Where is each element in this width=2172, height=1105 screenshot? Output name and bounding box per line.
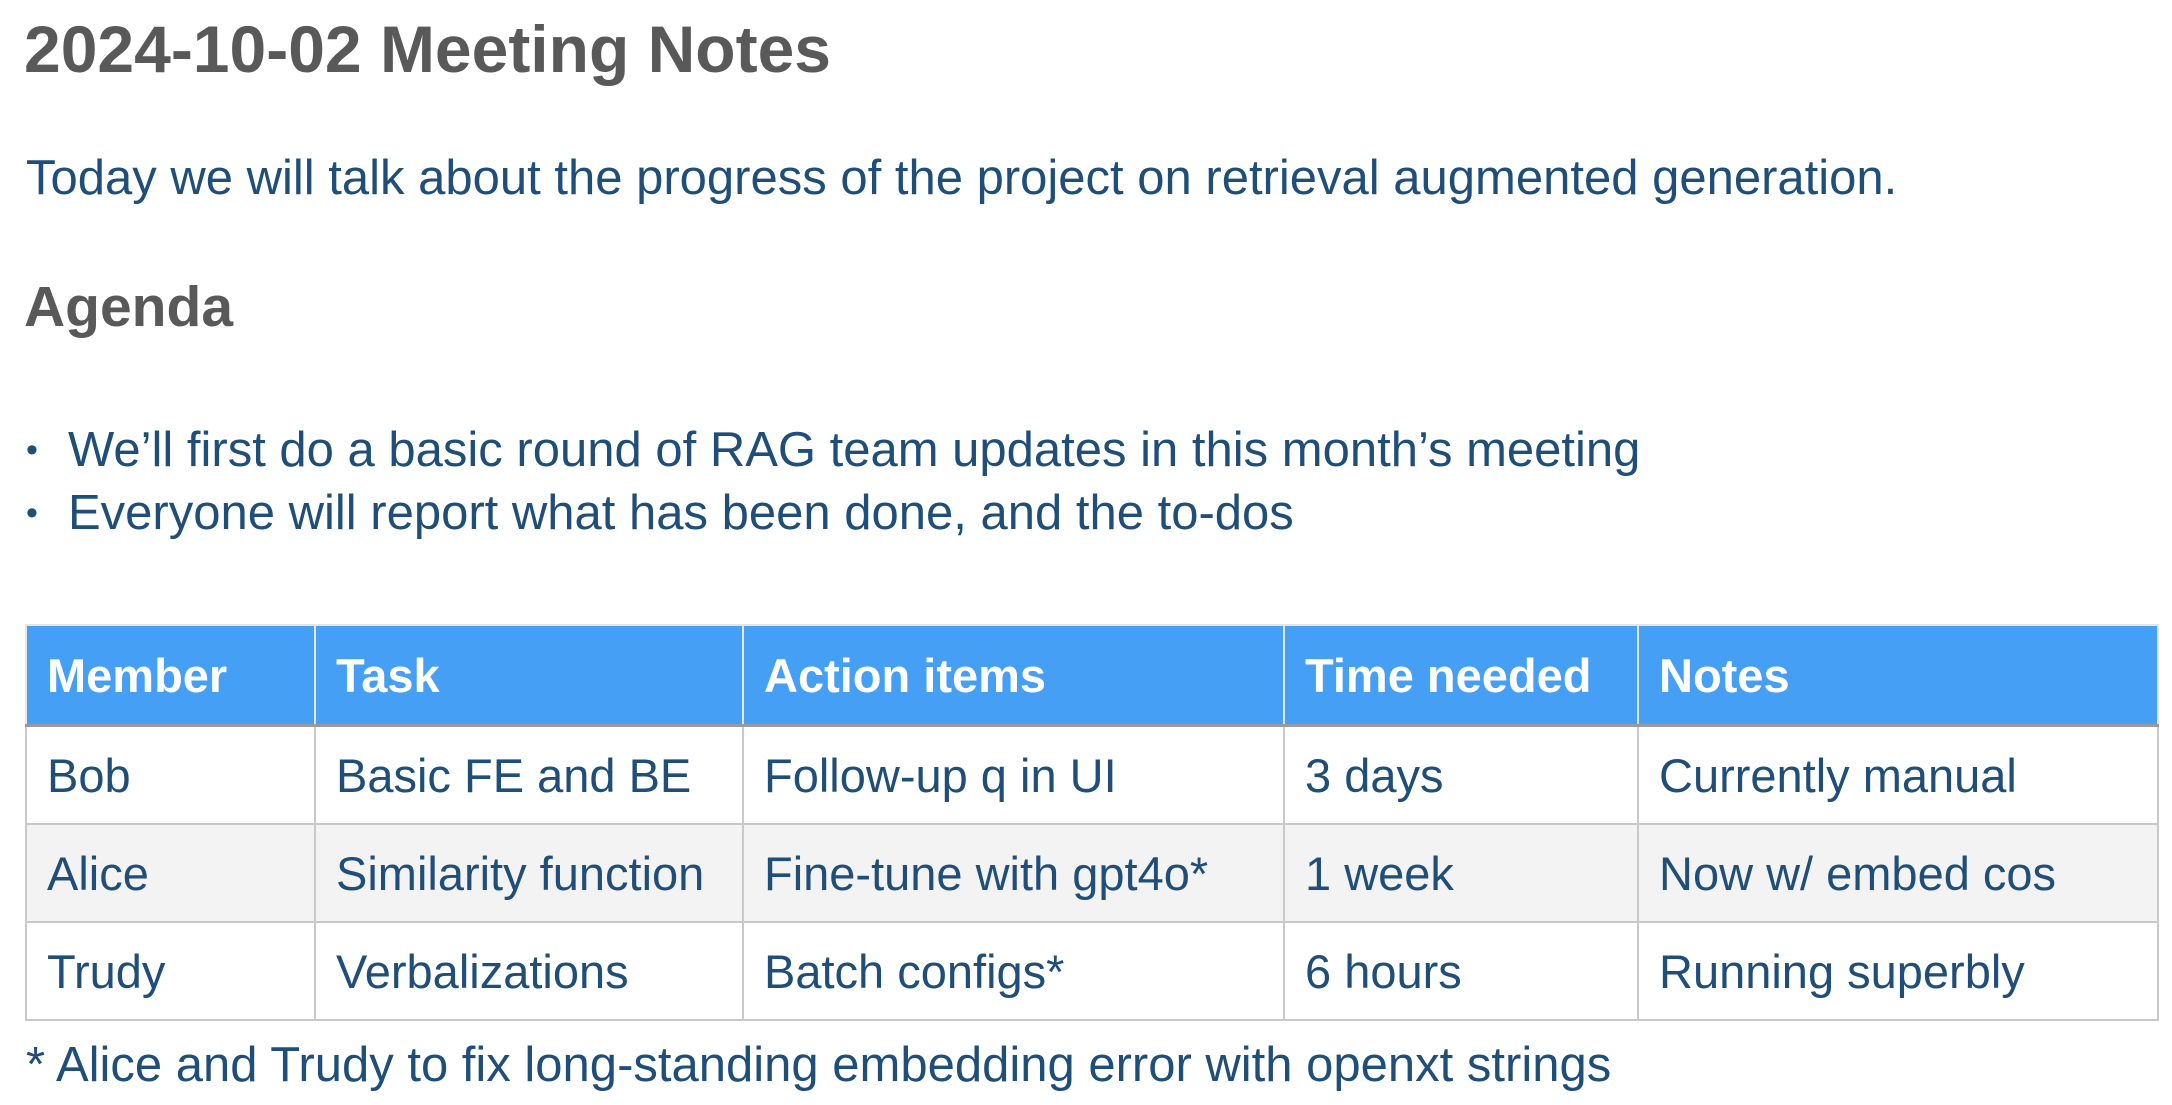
meeting-notes-page: 2024-10-02 Meeting Notes Today we will t…	[0, 0, 2172, 1105]
table-cell-member: Bob	[25, 724, 316, 825]
table-cell-time-needed: 6 hours	[1283, 921, 1639, 1021]
footnote: * Alice and Trudy to fix long-standing e…	[26, 1038, 1612, 1092]
agenda-list: • We’ll first do a basic round of RAG tea…	[26, 419, 1640, 545]
table-cell-task: Basic FE and BE	[314, 724, 744, 825]
table-row: Trudy Verbalizations Batch configs* 6 ho…	[25, 921, 2159, 1021]
intro-paragraph: Today we will talk about the progress of…	[26, 151, 1898, 205]
table-header-row: Member Task Action items Time needed Not…	[25, 624, 2159, 727]
agenda-item: • Everyone will report what has been done…	[26, 482, 1640, 545]
bullet-icon: •	[26, 494, 38, 532]
table-cell-action-items: Follow-up q in UI	[742, 724, 1285, 825]
column-header-task: Task	[314, 624, 744, 727]
table-cell-member: Alice	[25, 823, 316, 923]
table-cell-action-items: Batch configs*	[742, 921, 1285, 1021]
table-cell-task: Similarity function	[314, 823, 744, 923]
page-title: 2024-10-02 Meeting Notes	[24, 12, 831, 86]
agenda-item-text: Everyone will report what has been done,…	[68, 486, 1294, 540]
table-cell-task: Verbalizations	[314, 921, 744, 1021]
table-row: Alice Similarity function Fine-tune with…	[25, 823, 2159, 923]
table-cell-time-needed: 3 days	[1283, 724, 1639, 825]
table-cell-action-items: Fine-tune with gpt4o*	[742, 823, 1285, 923]
agenda-heading: Agenda	[24, 275, 234, 339]
agenda-item-text: We’ll first do a basic round of RAG team…	[68, 423, 1641, 477]
column-header-action-items: Action items	[742, 624, 1285, 727]
bullet-icon: •	[26, 431, 38, 469]
table-cell-notes: Now w/ embed cos	[1637, 823, 2159, 923]
table-row: Bob Basic FE and BE Follow-up q in UI 3 …	[25, 724, 2159, 825]
table-cell-time-needed: 1 week	[1283, 823, 1639, 923]
table-cell-notes: Currently manual	[1637, 724, 2159, 825]
agenda-item: • We’ll first do a basic round of RAG tea…	[26, 419, 1640, 482]
column-header-notes: Notes	[1637, 624, 2159, 727]
table-cell-member: Trudy	[25, 921, 316, 1021]
column-header-member: Member	[25, 624, 316, 727]
updates-table: Member Task Action items Time needed Not…	[25, 624, 2159, 1021]
table-cell-notes: Running superbly	[1637, 921, 2159, 1021]
column-header-time-needed: Time needed	[1283, 624, 1639, 727]
